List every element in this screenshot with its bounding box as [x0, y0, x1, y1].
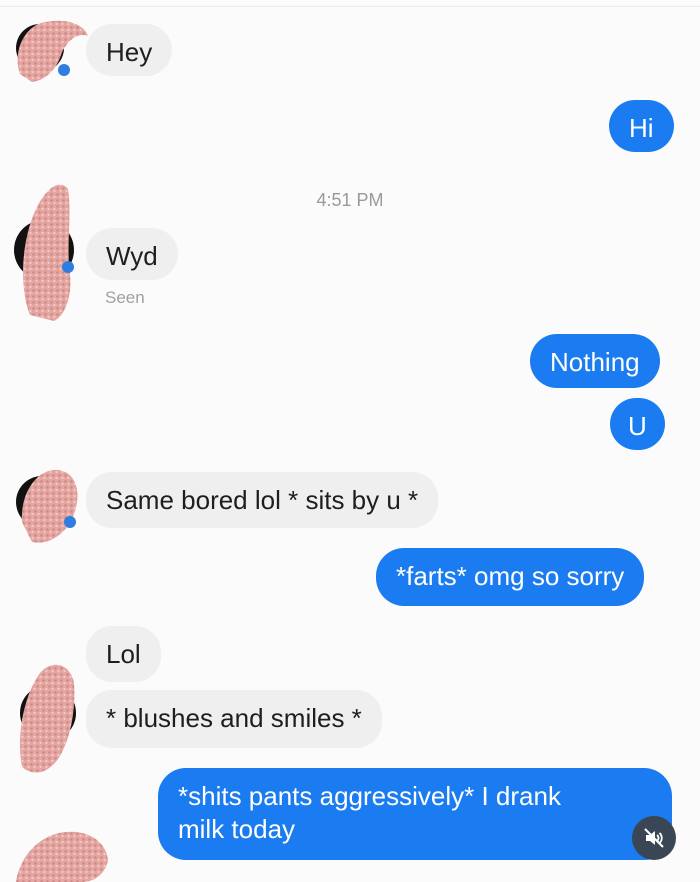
message-bubble[interactable]: *farts* omg so sorry [376, 548, 645, 606]
message-bubble[interactable]: Nothing [530, 334, 660, 388]
divider [0, 6, 700, 7]
avatar[interactable] [10, 826, 110, 882]
message-bubble[interactable]: Hey [86, 24, 173, 76]
timestamp: 4:51 PM [316, 190, 384, 210]
avatar[interactable] [10, 14, 92, 84]
chat-thread: Hey Hi 4:51 PM Wyd Seen Nothing U Same b… [0, 0, 700, 882]
message-bubble[interactable]: U [610, 398, 665, 450]
message-bubble[interactable]: Same bored lol * sits by u * [86, 472, 439, 528]
message-bubble[interactable]: Lol [86, 626, 161, 682]
avatar[interactable] [10, 462, 82, 548]
avatar[interactable] [12, 655, 82, 777]
message-bubble[interactable]: * blushes and smiles * [86, 690, 382, 748]
message-bubble[interactable]: *shits pants aggressively* I drank milk … [158, 768, 672, 860]
seen-label: Seen [105, 288, 145, 307]
message-bubble[interactable]: Wyd [86, 228, 178, 280]
speaker-muted-icon [644, 828, 664, 848]
message-bubble[interactable]: Hi [609, 100, 674, 152]
mute-button[interactable] [632, 816, 676, 860]
